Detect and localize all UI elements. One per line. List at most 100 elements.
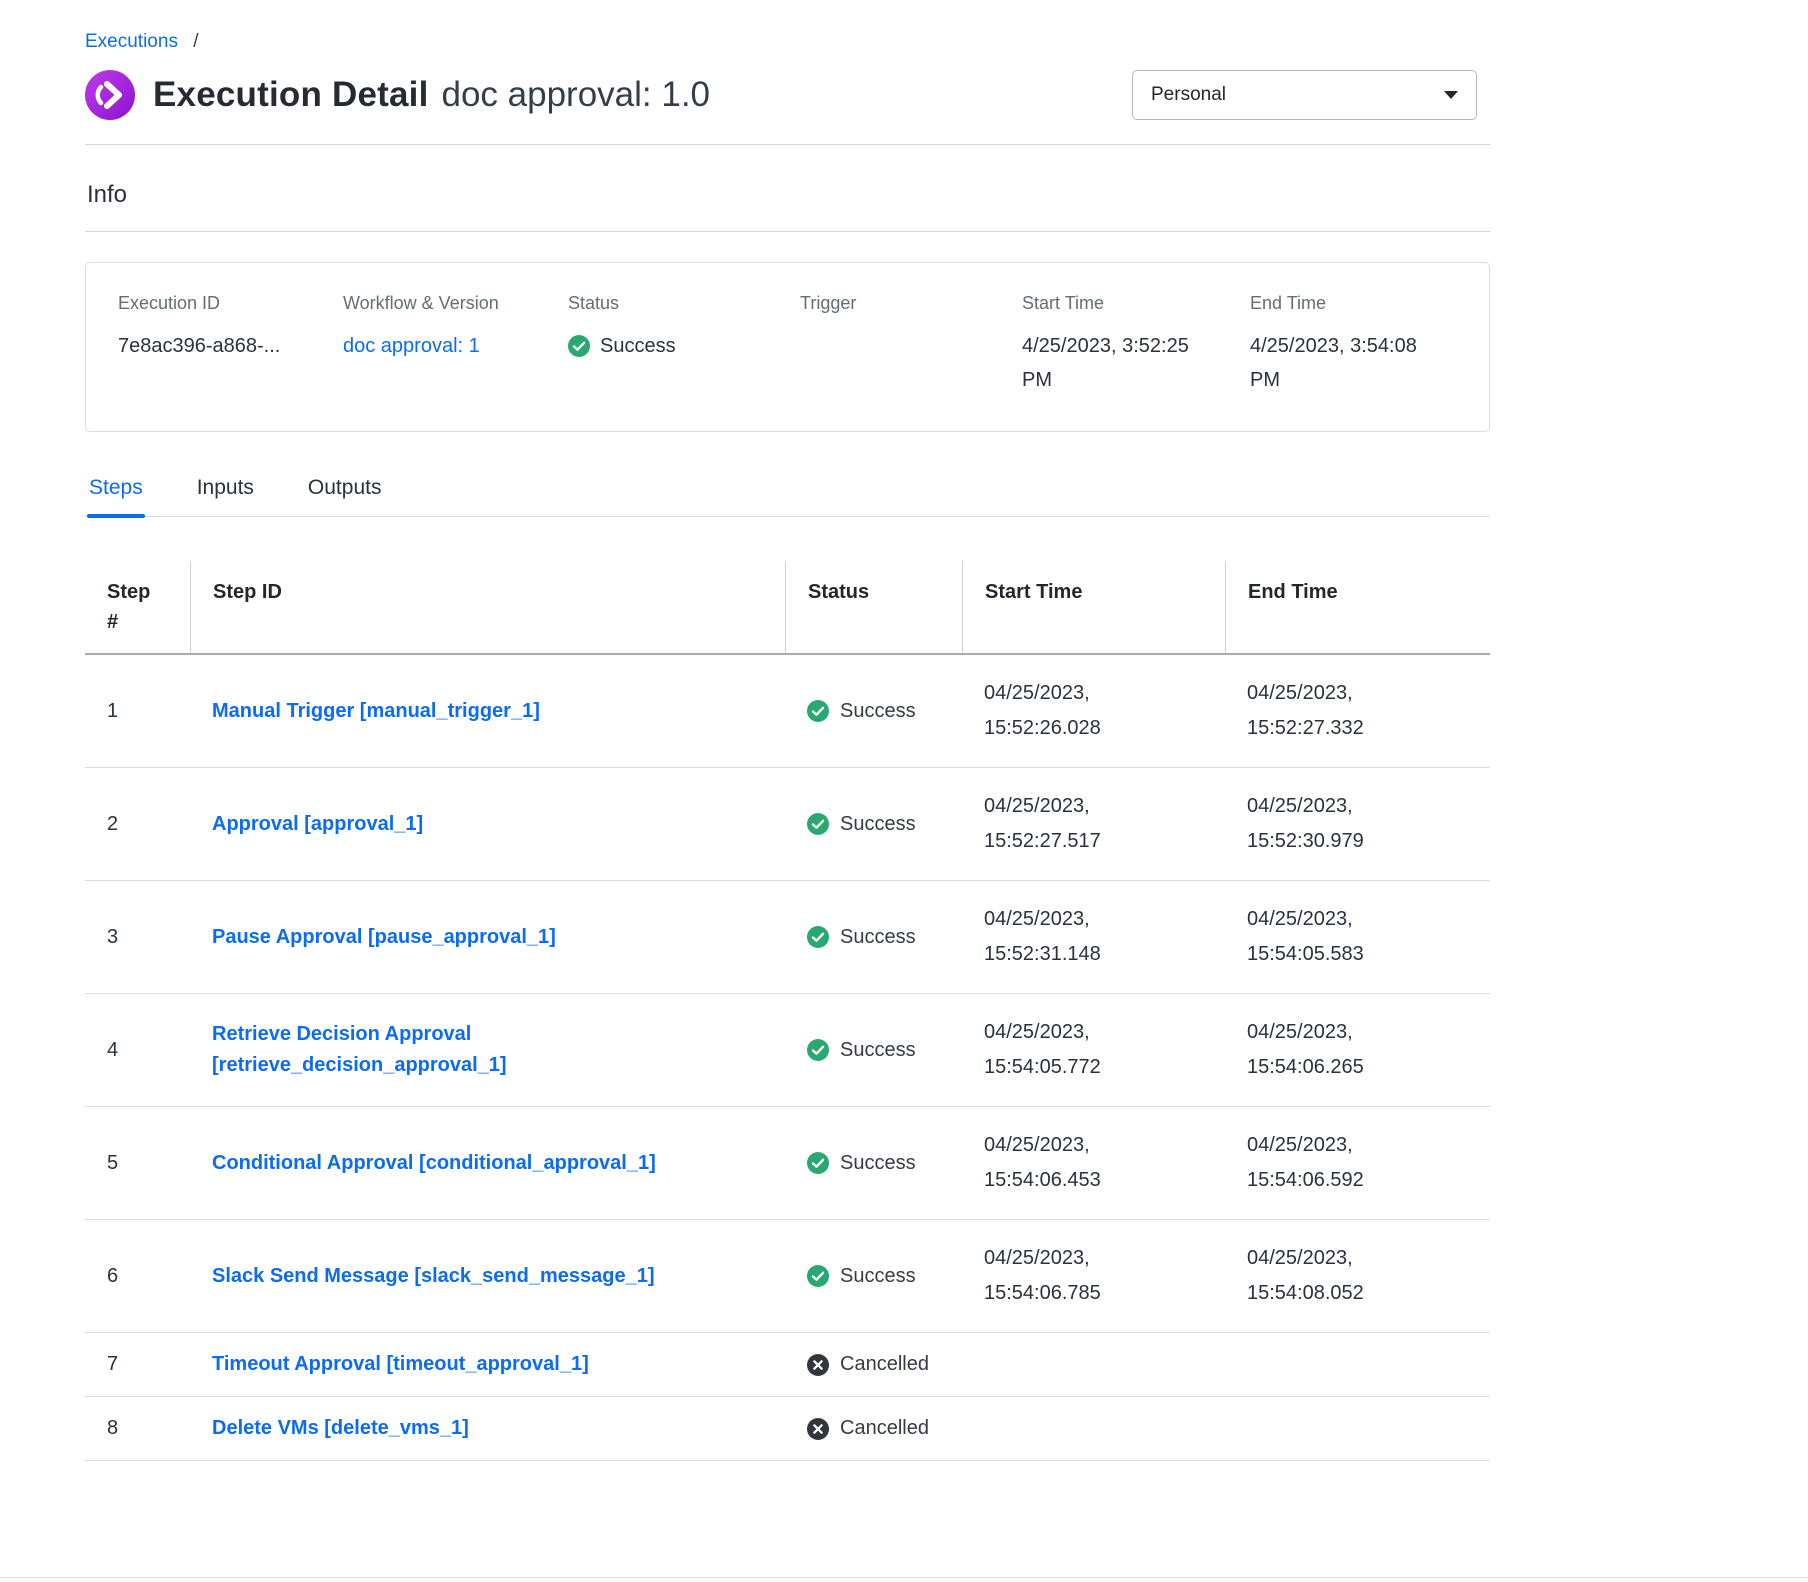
execution-id-value: 7e8ac396-a868-... [118,329,343,363]
step-status: Success [785,792,962,857]
end-time-label: End Time [1250,293,1479,314]
table-header: Step # Step ID Status Start Time End Tim… [85,561,1490,655]
step-status: Cancelled [785,1337,962,1392]
table-row: 8 Delete VMs [delete_vms_1] Cancelled [85,1397,1490,1461]
step-start-time: 04/25/2023, 15:54:06.453 [962,1107,1225,1219]
workflow-version-label: Workflow & Version [343,293,568,314]
step-start-time: 04/25/2023, 15:52:26.028 [962,655,1225,767]
step-status: Success [785,1018,962,1083]
step-number: 5 [85,1131,190,1196]
start-time-label: Start Time [1022,293,1250,314]
step-number: 7 [85,1337,190,1392]
header-step-number: Step # [85,561,190,653]
success-icon [807,1152,829,1174]
info-field-end-time: End Time 4/25/2023, 3:54:08 PM [1250,293,1479,397]
start-time-value: 4/25/2023, 3:52:25 PM [1022,329,1218,397]
step-end-time: 04/25/2023, 15:54:05.583 [1225,881,1490,993]
step-link[interactable]: Pause Approval [pause_approval_1] [212,926,556,948]
step-number: 8 [85,1401,190,1456]
table-row: 2 Approval [approval_1] Success 04/25/20… [85,768,1490,881]
header-divider [85,144,1490,145]
scope-dropdown-value: Personal [1151,84,1226,106]
success-icon [807,1265,829,1287]
step-number: 3 [85,905,190,970]
step-start-time: 04/25/2023, 15:54:06.785 [962,1220,1225,1332]
cancelled-icon [807,1354,829,1376]
step-end-time [1225,1349,1490,1381]
step-link[interactable]: Manual Trigger [manual_trigger_1] [212,700,540,722]
tab-outputs[interactable]: Outputs [306,476,384,516]
step-status: Cancelled [785,1401,962,1456]
step-link[interactable]: Conditional Approval [conditional_approv… [212,1152,656,1174]
step-status-label: Success [840,1152,916,1175]
step-link[interactable]: Slack Send Message [slack_send_message_1… [212,1265,654,1287]
step-number: 4 [85,1018,190,1083]
info-section-title: Info [87,181,1490,209]
header-status: Status [785,561,962,653]
step-end-time: 04/25/2023, 15:52:27.332 [1225,655,1490,767]
page-header: Execution Detail doc approval: 1.0 Perso… [85,70,1490,120]
step-status-label: Success [840,700,916,723]
step-status: Success [785,905,962,970]
status-value: Success [600,329,676,363]
tab-bar: Steps Inputs Outputs [85,476,1490,517]
table-row: 4 Retrieve Decision Approval [retrieve_d… [85,994,1490,1107]
step-start-time [962,1413,1225,1445]
status-label: Status [568,293,800,314]
step-link[interactable]: Timeout Approval [timeout_approval_1] [212,1353,589,1375]
step-status: Success [785,1244,962,1309]
step-status-label: Success [840,926,916,949]
step-end-time: 04/25/2023, 15:54:06.265 [1225,994,1490,1106]
info-field-workflow-version: Workflow & Version doc approval: 1 [343,293,568,397]
success-icon [568,335,590,357]
step-status: Success [785,1131,962,1196]
success-icon [807,1039,829,1061]
end-time-value: 4/25/2023, 3:54:08 PM [1250,329,1446,397]
step-start-time: 04/25/2023, 15:52:27.517 [962,768,1225,880]
table-row: 7 Timeout Approval [timeout_approval_1] … [85,1333,1490,1397]
step-link[interactable]: Delete VMs [delete_vms_1] [212,1417,469,1439]
page-subtitle: doc approval: 1.0 [442,75,711,115]
step-link[interactable]: Approval [approval_1] [212,813,423,835]
cancelled-icon [807,1418,829,1440]
tab-steps[interactable]: Steps [87,476,145,516]
info-field-execution-id: Execution ID 7e8ac396-a868-... [118,293,343,397]
step-link[interactable]: Retrieve Decision Approval [retrieve_dec… [212,1023,507,1076]
chevron-down-icon [1444,91,1458,99]
workflow-brand-icon [85,70,135,120]
workflow-version-link[interactable]: doc approval: 1 [343,335,480,357]
header-end-time: End Time [1225,561,1490,653]
tab-inputs[interactable]: Inputs [195,476,256,516]
step-end-time: 04/25/2023, 15:54:06.592 [1225,1107,1490,1219]
step-start-time: 04/25/2023, 15:52:31.148 [962,881,1225,993]
trigger-label: Trigger [800,293,1022,314]
header-start-time: Start Time [962,561,1225,653]
step-start-time [962,1349,1225,1381]
step-end-time [1225,1413,1490,1445]
breadcrumb-executions-link[interactable]: Executions [85,31,178,52]
step-status-label: Cancelled [840,1353,929,1376]
table-row: 3 Pause Approval [pause_approval_1] Succ… [85,881,1490,994]
step-end-time: 04/25/2023, 15:54:08.052 [1225,1220,1490,1332]
execution-id-label: Execution ID [118,293,343,314]
step-status-label: Success [840,1265,916,1288]
success-icon [807,700,829,722]
header-step-id: Step ID [190,561,785,653]
table-row: 6 Slack Send Message [slack_send_message… [85,1220,1490,1333]
info-field-status: Status Success [568,293,800,397]
info-field-start-time: Start Time 4/25/2023, 3:52:25 PM [1022,293,1250,397]
table-row: 1 Manual Trigger [manual_trigger_1] Succ… [85,655,1490,768]
info-card: Execution ID 7e8ac396-a868-... Workflow … [85,262,1490,432]
info-field-trigger: Trigger [800,293,1022,397]
step-end-time: 04/25/2023, 15:52:30.979 [1225,768,1490,880]
step-start-time: 04/25/2023, 15:54:05.772 [962,994,1225,1106]
step-status: Success [785,679,962,744]
step-status-label: Cancelled [840,1417,929,1440]
success-icon [807,813,829,835]
page-title: Execution Detail [153,75,429,115]
step-number: 1 [85,679,190,744]
window-bottom-divider [0,1577,1808,1578]
table-row: 5 Conditional Approval [conditional_appr… [85,1107,1490,1220]
breadcrumb-separator: / [193,31,198,52]
scope-dropdown[interactable]: Personal [1132,70,1477,120]
